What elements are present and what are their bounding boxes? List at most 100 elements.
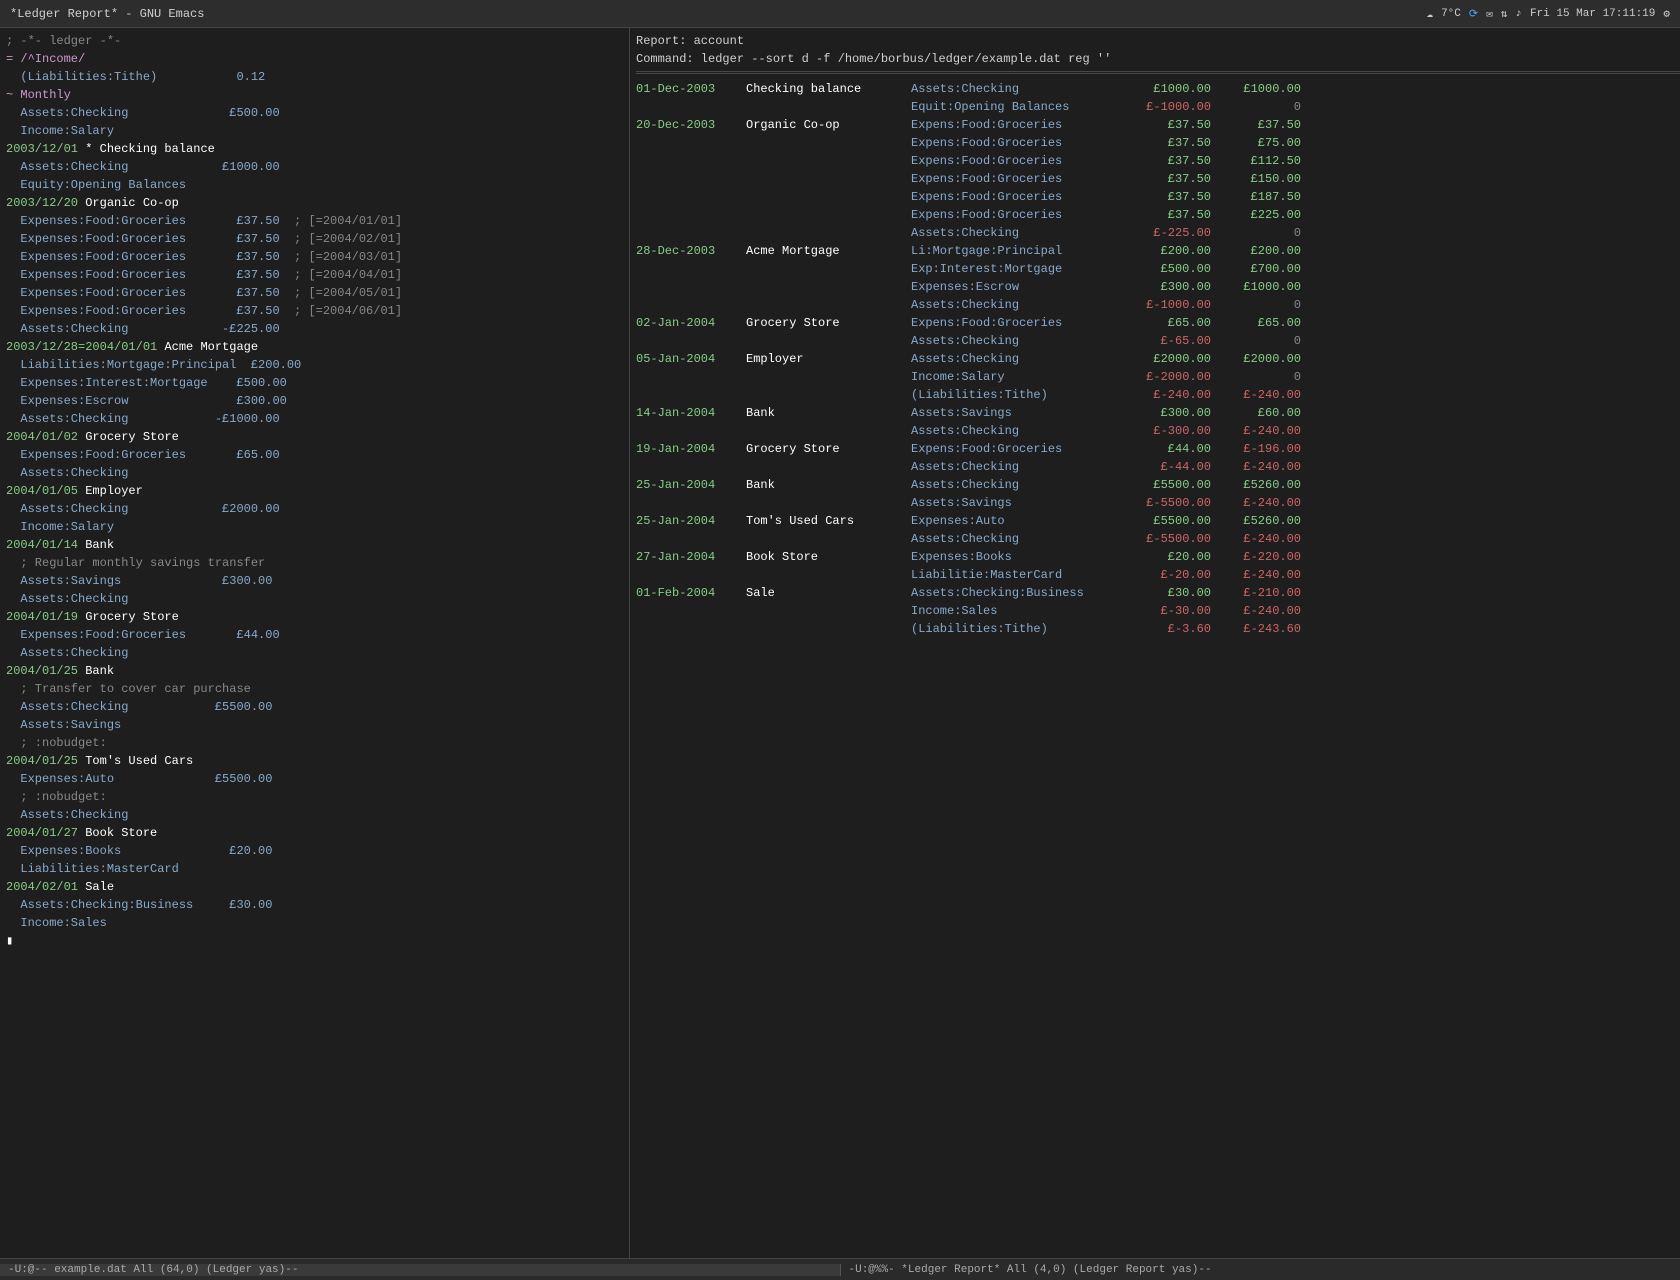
left-line-20: Assets:Checking -£225.00 <box>6 320 623 338</box>
left-line-17: Expenses:Food:Groceries £37.50 ; [=2004/… <box>6 266 623 284</box>
entry-total: £-240.00 <box>1211 422 1301 440</box>
entry-date: 05-Jan-2004 <box>636 350 746 368</box>
left-line-15: Expenses:Food:Groceries £37.50 ; [=2004/… <box>6 230 623 248</box>
table-row: Assets:Checking£-225.000 <box>636 224 1674 242</box>
entry-amount: £-30.00 <box>1121 602 1211 620</box>
table-row: 25-Jan-2004Tom's Used CarsExpenses:Auto£… <box>636 512 1674 530</box>
entry-account: Assets:Checking <box>911 476 1121 494</box>
entry-amount: £-3.60 <box>1121 620 1211 638</box>
left-line-56: 2004/01/27 Book Store <box>6 824 623 842</box>
table-row: 19-Jan-2004Grocery StoreExpens:Food:Groc… <box>636 440 1674 458</box>
left-line-5: ~ Monthly <box>6 86 623 104</box>
left-line-6: Assets:Checking £500.00 <box>6 104 623 122</box>
entry-total: £1000.00 <box>1211 80 1301 98</box>
mail-icon[interactable]: ✉ <box>1486 7 1493 21</box>
table-row: Income:Sales£-30.00£-240.00 <box>636 602 1674 620</box>
left-line-57: Expenses:Books £20.00 <box>6 842 623 860</box>
entry-amount: £37.50 <box>1121 152 1211 170</box>
entry-amount: £20.00 <box>1121 548 1211 566</box>
entry-date: 27-Jan-2004 <box>636 548 746 566</box>
left-line-42: Expenses:Food:Groceries £44.00 <box>6 626 623 644</box>
entry-date <box>636 368 746 386</box>
entry-amount: £44.00 <box>1121 440 1211 458</box>
table-row: Expens:Food:Groceries£37.50£225.00 <box>636 206 1674 224</box>
volume-icon[interactable]: ♪ <box>1515 8 1522 20</box>
entry-total: £700.00 <box>1211 260 1301 278</box>
network-icon[interactable]: ⇅ <box>1501 7 1508 21</box>
entry-desc: Acme Mortgage <box>746 242 911 260</box>
left-line-32: 2004/01/05 Employer <box>6 482 623 500</box>
entry-account: Assets:Checking <box>911 332 1121 350</box>
datetime: Fri 15 Mar 17:11:19 <box>1530 8 1655 20</box>
left-line-13: 2003/12/20 Organic Co-op <box>6 194 623 212</box>
entry-amount: £1000.00 <box>1121 80 1211 98</box>
table-row: 01-Feb-2004SaleAssets:Checking:Business£… <box>636 584 1674 602</box>
entry-account: Expenses:Escrow <box>911 278 1121 296</box>
entry-account: Liabilitie:MasterCard <box>911 566 1121 584</box>
entry-amount: £5500.00 <box>1121 476 1211 494</box>
entry-desc <box>746 620 911 638</box>
entry-amount: £-240.00 <box>1121 386 1211 404</box>
refresh-icon[interactable]: ⟳ <box>1469 7 1478 21</box>
command-text: Command: ledger --sort d -f /home/borbus… <box>636 52 1111 66</box>
entry-total: 0 <box>1211 296 1301 314</box>
left-line-18: Expenses:Food:Groceries £37.50 ; [=2004/… <box>6 284 623 302</box>
entry-date <box>636 278 746 296</box>
entry-desc <box>746 134 911 152</box>
table-row: Liabilitie:MasterCard£-20.00£-240.00 <box>636 566 1674 584</box>
table-row: 05-Jan-2004EmployerAssets:Checking£2000.… <box>636 350 1674 368</box>
left-line-26: Assets:Checking -£1000.00 <box>6 410 623 428</box>
entry-account: Assets:Checking <box>911 422 1121 440</box>
entry-desc: Employer <box>746 350 911 368</box>
entry-account: Expens:Food:Groceries <box>911 116 1121 134</box>
entry-desc <box>746 206 911 224</box>
left-line-45: 2004/01/25 Bank <box>6 662 623 680</box>
entry-account: Expens:Food:Groceries <box>911 170 1121 188</box>
left-line-2: = /^Income/ <box>6 50 623 68</box>
entry-account: Assets:Checking <box>911 224 1121 242</box>
left-line-47: Assets:Checking £5500.00 <box>6 698 623 716</box>
settings-icon[interactable]: ⚙ <box>1663 7 1670 21</box>
table-row: Assets:Checking£-44.00£-240.00 <box>636 458 1674 476</box>
left-line-54: Assets:Checking <box>6 806 623 824</box>
left-line-52: Expenses:Auto £5500.00 <box>6 770 623 788</box>
left-line-3: (Liabilities:Tithe) 0.12 <box>6 68 623 86</box>
status-left: -U:@-- example.dat All (64,0) (Ledger ya… <box>0 1264 840 1276</box>
temperature: 7°C <box>1441 8 1461 20</box>
entry-total: £-196.00 <box>1211 440 1301 458</box>
entry-desc <box>746 152 911 170</box>
entry-account: Expenses:Auto <box>911 512 1121 530</box>
entry-total: £-240.00 <box>1211 458 1301 476</box>
left-line-23: Liabilities:Mortgage:Principal £200.00 <box>6 356 623 374</box>
status-right: -U:@%%- *Ledger Report* All (4,0) (Ledge… <box>840 1264 1680 1276</box>
entry-total: £-240.00 <box>1211 494 1301 512</box>
left-line-10: Assets:Checking £1000.00 <box>6 158 623 176</box>
report-command: Command: ledger --sort d -f /home/borbus… <box>636 50 1674 68</box>
entry-amount: £30.00 <box>1121 584 1211 602</box>
entry-total: £60.00 <box>1211 404 1301 422</box>
entry-desc <box>746 170 911 188</box>
table-row: 28-Dec-2003Acme MortgageLi:Mortgage:Prin… <box>636 242 1674 260</box>
entry-amount: £37.50 <box>1121 170 1211 188</box>
table-row: Expens:Food:Groceries£37.50£75.00 <box>636 134 1674 152</box>
titlebar: *Ledger Report* - GNU Emacs ☁ 7°C ⟳ ✉ ⇅ … <box>0 0 1680 28</box>
left-line-62: Income:Sales <box>6 914 623 932</box>
left-line-60: 2004/02/01 Sale <box>6 878 623 896</box>
left-line-36: 2004/01/14 Bank <box>6 536 623 554</box>
entry-desc <box>746 278 911 296</box>
entry-amount: £2000.00 <box>1121 350 1211 368</box>
entry-date: 25-Jan-2004 <box>636 476 746 494</box>
entry-amount: £200.00 <box>1121 242 1211 260</box>
entry-total: £5260.00 <box>1211 476 1301 494</box>
table-row: Expens:Food:Groceries£37.50£187.50 <box>636 188 1674 206</box>
report-header: Report: account <box>636 32 1674 50</box>
table-row: (Liabilities:Tithe)£-3.60£-243.60 <box>636 620 1674 638</box>
entry-total: £187.50 <box>1211 188 1301 206</box>
left-line-22: 2003/12/28=2004/01/01 Acme Mortgage <box>6 338 623 356</box>
entry-date <box>636 206 746 224</box>
table-row: 25-Jan-2004BankAssets:Checking£5500.00£5… <box>636 476 1674 494</box>
table-row: 01-Dec-2003Checking balanceAssets:Checki… <box>636 80 1674 98</box>
left-line-34: Income:Salary <box>6 518 623 536</box>
left-line-43: Assets:Checking <box>6 644 623 662</box>
cloud-icon: ☁ <box>1426 7 1433 21</box>
